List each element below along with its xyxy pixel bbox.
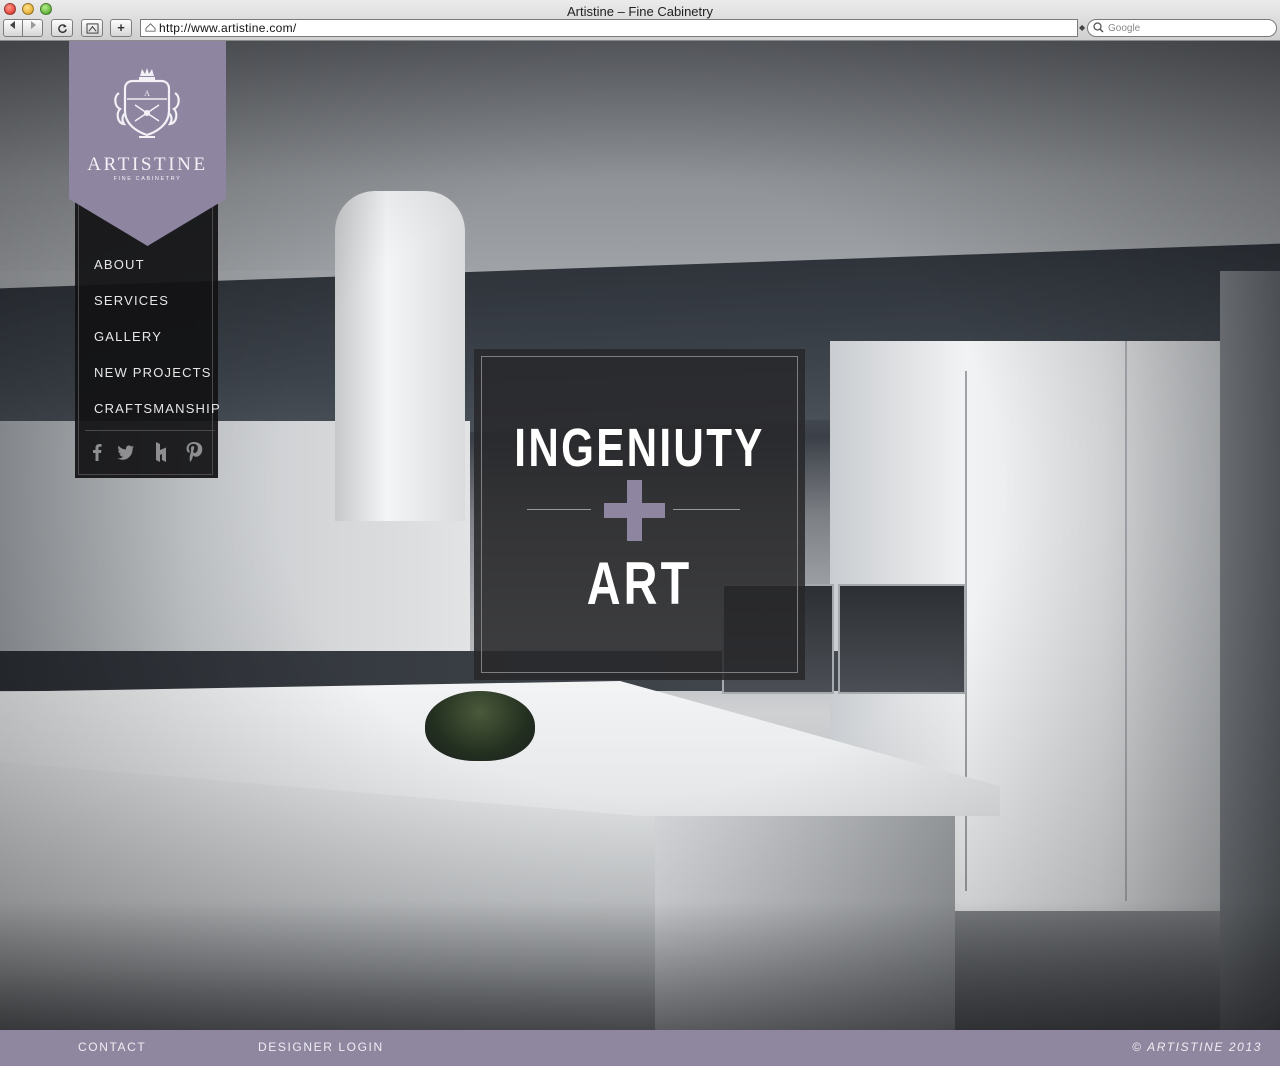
facebook-icon[interactable] — [84, 439, 110, 465]
snapback-icon — [86, 23, 98, 34]
houzz-icon[interactable] — [148, 439, 174, 465]
logo-wordmark: ARTISTINE — [87, 154, 208, 175]
forward-button[interactable] — [23, 19, 43, 37]
address-bar[interactable]: http://www.artistine.com/ — [140, 19, 1078, 37]
svg-text:A: A — [144, 89, 150, 98]
forward-arrow-icon — [30, 21, 36, 29]
plus-icon-vertical — [627, 480, 642, 541]
nav-item-gallery[interactable]: GALLERY — [94, 329, 162, 344]
reload-button[interactable] — [51, 19, 73, 37]
crest-logo-icon: A — [114, 68, 180, 138]
nav-divider — [85, 430, 215, 431]
divider-right — [673, 509, 740, 510]
search-icon — [1092, 20, 1106, 37]
divider-left — [527, 509, 591, 510]
site-icon — [145, 22, 156, 36]
browser-chrome: Artistine – Fine Cabinetry + http://www.… — [0, 0, 1280, 41]
nav-item-new-projects[interactable]: NEW PROJECTS — [94, 365, 212, 380]
copyright-text: © ARTISTINE 2013 — [1132, 1040, 1262, 1054]
nav-item-about[interactable]: ABOUT — [94, 257, 145, 272]
nav-item-craftsmanship[interactable]: CRAFTSMANSHIP — [94, 401, 221, 416]
headline-top: INGENIUTY — [514, 418, 765, 478]
twitter-icon[interactable] — [112, 439, 138, 465]
footer-bar: CONTACT DESIGNER LOGIN © ARTISTINE 2013 — [0, 1030, 1280, 1066]
headline-bottom: ART — [586, 550, 693, 617]
back-arrow-icon — [10, 21, 15, 29]
search-field[interactable] — [1087, 19, 1277, 37]
window-title: Artistine – Fine Cabinetry — [567, 4, 713, 19]
address-dropdown-icon[interactable]: ◆ — [1079, 23, 1085, 32]
url-text[interactable]: http://www.artistine.com/ — [159, 21, 297, 35]
footer-designer-login-link[interactable]: DESIGNER LOGIN — [258, 1040, 384, 1054]
search-input[interactable] — [1108, 21, 1268, 35]
snapback-button[interactable] — [81, 19, 103, 37]
reload-icon — [57, 24, 67, 33]
add-bookmark-button[interactable]: + — [110, 19, 132, 37]
logo-tagline: FINE CABINETRY — [113, 176, 182, 182]
back-button[interactable] — [3, 19, 23, 37]
nav-item-services[interactable]: SERVICES — [94, 293, 169, 308]
hero-tagline-card: INGENIUTY ART — [474, 349, 805, 680]
pinterest-icon[interactable] — [181, 439, 207, 465]
footer-contact-link[interactable]: CONTACT — [78, 1040, 146, 1054]
